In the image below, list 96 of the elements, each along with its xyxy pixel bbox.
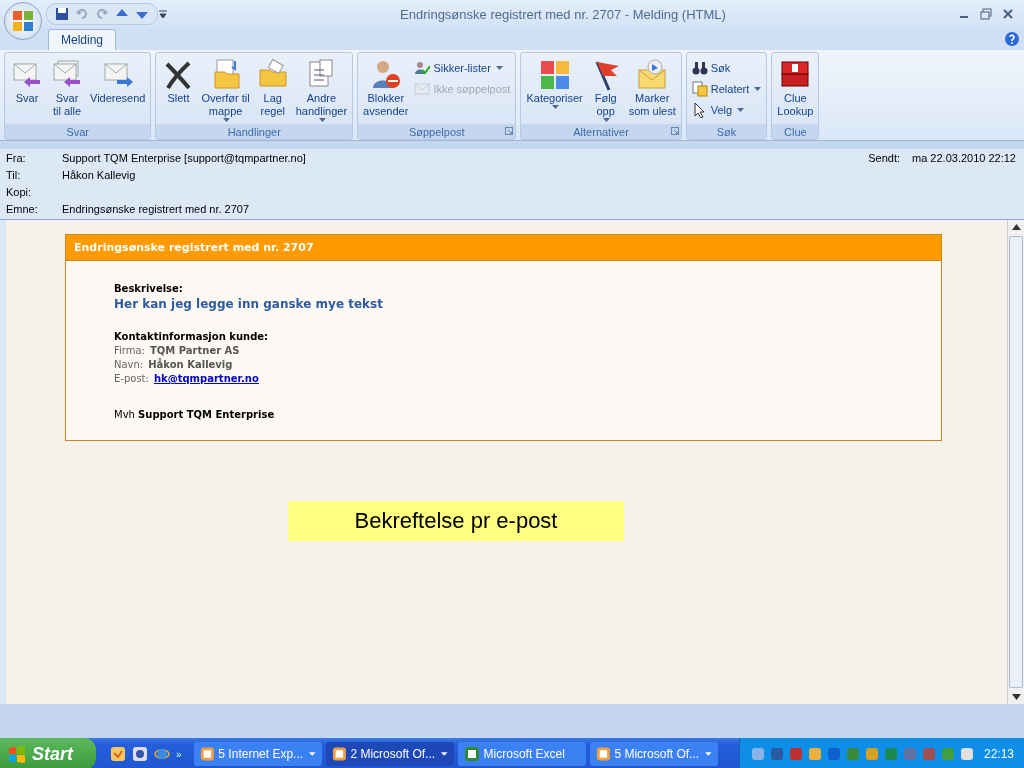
app-icon — [595, 746, 611, 762]
taskbar-button[interactable]: 5 Internet Exp... — [193, 742, 322, 766]
close-icon[interactable] — [1002, 8, 1014, 20]
ribbon-button[interactable]: Relatert — [689, 80, 764, 98]
caret-icon — [705, 752, 712, 756]
undo-icon[interactable] — [75, 7, 89, 21]
caret-icon — [754, 87, 762, 91]
ribbon-button[interactable]: Følg opp — [586, 55, 625, 122]
ribbon-button[interactable]: Svar — [8, 55, 46, 122]
tray-icon[interactable] — [901, 746, 918, 762]
ribbon-button[interactable]: Clue Lookup — [775, 55, 816, 122]
field-value: Endringsønske registrert med nr. 2707 — [62, 202, 250, 215]
field-value: Support TQM Enterprise [support@tqmpartner.no] — [62, 151, 306, 164]
office-button[interactable] — [4, 2, 42, 40]
ribbon-button[interactable]: Svar til alle — [48, 55, 86, 122]
caret-icon — [318, 118, 326, 122]
contact-value: Håkon Kallevig — [148, 359, 233, 370]
binoculars-icon — [691, 60, 708, 76]
closing-text: Mvh Support TQM Enterprise — [114, 409, 275, 420]
ribbon-button[interactable]: Blokker avsender — [361, 55, 411, 122]
contact-value: TQM Partner AS — [150, 345, 240, 356]
email-link[interactable]: hk@tqmpartner.no — [153, 373, 259, 384]
note-label: Bekreftelse pr e-post — [288, 501, 624, 541]
app-icon — [331, 746, 347, 762]
ribbon-button[interactable]: Velg — [689, 101, 764, 119]
contact-label: Navn: — [114, 359, 144, 370]
caret-icon — [552, 105, 560, 109]
save-icon[interactable] — [55, 7, 69, 21]
group-label: Alternativer — [572, 125, 630, 138]
redo-icon[interactable] — [95, 7, 109, 21]
scrollbar[interactable] — [1007, 220, 1024, 704]
contact-label: Firma: — [114, 345, 145, 356]
ribbon-button[interactable]: Lag regel — [253, 55, 292, 122]
card-title: Endringsønske registrert med nr. 2707 — [66, 235, 941, 261]
app-icon — [199, 746, 215, 762]
field-value: Håkon Kallevig — [62, 168, 136, 181]
tray-icon[interactable] — [920, 746, 937, 762]
taskbar-button[interactable]: 5 Microsoft Of... — [589, 742, 718, 766]
description-text: Her kan jeg legge inn ganske mye tekst — [114, 297, 383, 311]
field-label: Sendt: — [868, 151, 900, 164]
field-label: Til: — [6, 168, 22, 181]
office-logo-icon — [12, 10, 34, 32]
browser-icon[interactable] — [154, 746, 170, 762]
ribbon-button[interactable]: Overfør til mappe — [199, 55, 252, 122]
taskbar-button[interactable]: 2 Microsoft Of... — [325, 742, 454, 766]
group-label: Svar — [65, 125, 91, 138]
customize-caret-icon[interactable] — [158, 9, 168, 19]
field-label: Kopi: — [6, 185, 33, 198]
ribbon-button[interactable]: Sikker-lister — [412, 59, 513, 77]
group-label: Handlinger — [226, 125, 282, 138]
section-label: Beskrivelse: — [114, 283, 183, 294]
group-label: Søk — [715, 125, 738, 138]
section-label: Kontaktinformasjon kunde: — [114, 331, 269, 342]
help-icon[interactable] — [1004, 31, 1020, 47]
field-label: Emne: — [6, 202, 39, 215]
tray-icon[interactable] — [958, 746, 975, 762]
caret-icon — [441, 752, 448, 756]
restore-icon[interactable] — [980, 8, 992, 20]
scroll-up-icon[interactable] — [1011, 224, 1021, 230]
tray-icon[interactable] — [882, 746, 899, 762]
group-label: Clue — [783, 125, 808, 138]
window-title: Endringsønske registrert med nr. 2707 - Melding (HTML) — [399, 6, 727, 22]
tray-icon[interactable] — [787, 746, 804, 762]
caret-icon — [223, 118, 231, 122]
tray-icon[interactable] — [749, 746, 766, 762]
app-icon — [463, 746, 480, 762]
tray-icon[interactable] — [806, 746, 823, 762]
people-check-icon — [414, 60, 431, 76]
contact-label: E-post: — [114, 373, 149, 384]
launcher-icon[interactable] — [670, 127, 679, 135]
caret-icon — [737, 108, 745, 112]
more-chevron[interactable]: » — [176, 748, 182, 760]
app-icon[interactable] — [132, 746, 148, 762]
ribbon-button[interactable]: Søk — [689, 59, 764, 77]
caret-icon — [603, 118, 611, 122]
group-label: Søppelpost — [407, 125, 466, 138]
field-value: ma 22.03.2010 22:12 — [912, 151, 1016, 164]
envelope-icon — [414, 81, 431, 97]
caret-icon — [309, 752, 316, 756]
clock: 22:13 — [983, 747, 1014, 761]
ribbon-button[interactable]: Kategoriser — [524, 55, 585, 122]
tray-icon[interactable] — [825, 746, 842, 762]
field-label: Fra: — [6, 151, 27, 164]
tray-icon[interactable] — [768, 746, 785, 762]
taskbar-button[interactable]: Microsoft Excel — [457, 742, 586, 766]
launcher-icon[interactable] — [505, 127, 514, 135]
tray-icon[interactable] — [863, 746, 880, 762]
windows-flag-icon — [8, 745, 26, 763]
ribbon-button[interactable]: Marker som ulest — [626, 55, 678, 122]
scroll-down-icon[interactable] — [1011, 694, 1021, 700]
ribbon-tab[interactable]: Melding — [48, 29, 117, 50]
ribbon-button[interactable]: Videresend — [88, 55, 148, 122]
ribbon-button[interactable]: Slett — [159, 55, 198, 122]
caret-icon — [495, 66, 503, 70]
ribbon-button[interactable]: Andre handlinger — [293, 55, 350, 122]
documents-icon — [691, 81, 708, 97]
